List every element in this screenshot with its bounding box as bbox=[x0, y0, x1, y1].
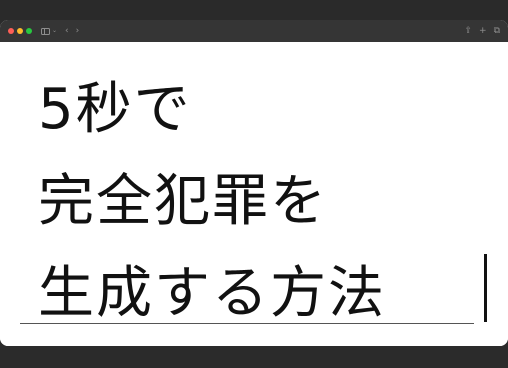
chevron-down-icon[interactable]: ⌄ bbox=[52, 20, 57, 42]
screen: ⌄ ‹ › ⇪ + ⧉ 5秒で 完全犯罪を 生成する方法 bbox=[0, 0, 508, 368]
back-arrow-icon[interactable]: ‹ bbox=[65, 20, 69, 42]
headline-line-3: 生成する方法 bbox=[38, 261, 386, 326]
share-icon[interactable]: ⇪ bbox=[464, 20, 472, 42]
forward-arrow-icon[interactable]: › bbox=[76, 20, 80, 42]
titlebar-right-controls: ⇪ + ⧉ bbox=[464, 20, 500, 42]
text-cursor bbox=[484, 254, 487, 322]
browser-window: ⌄ ‹ › ⇪ + ⧉ 5秒で 完全犯罪を 生成する方法 bbox=[0, 20, 508, 346]
zoom-window-button[interactable] bbox=[26, 28, 32, 34]
editor-canvas[interactable]: 5秒で 完全犯罪を 生成する方法 bbox=[0, 42, 508, 346]
sidebar-toggle-icon[interactable] bbox=[41, 27, 50, 35]
window-titlebar: ⌄ ‹ › ⇪ + ⧉ bbox=[0, 20, 508, 42]
headline-text[interactable]: 5秒で 完全犯罪を 生成する方法 bbox=[38, 64, 386, 340]
headline-line-1: 5秒で bbox=[38, 77, 192, 142]
minimize-window-button[interactable] bbox=[17, 28, 23, 34]
input-underline bbox=[20, 323, 474, 324]
desktop-top-strip bbox=[0, 0, 508, 20]
headline-line-2: 完全犯罪を bbox=[38, 169, 328, 234]
tab-overview-icon[interactable]: ⧉ bbox=[494, 20, 500, 42]
new-tab-icon[interactable]: + bbox=[479, 20, 487, 42]
close-window-button[interactable] bbox=[8, 28, 14, 34]
traffic-lights bbox=[8, 28, 35, 34]
desktop-bottom-strip bbox=[0, 346, 508, 368]
